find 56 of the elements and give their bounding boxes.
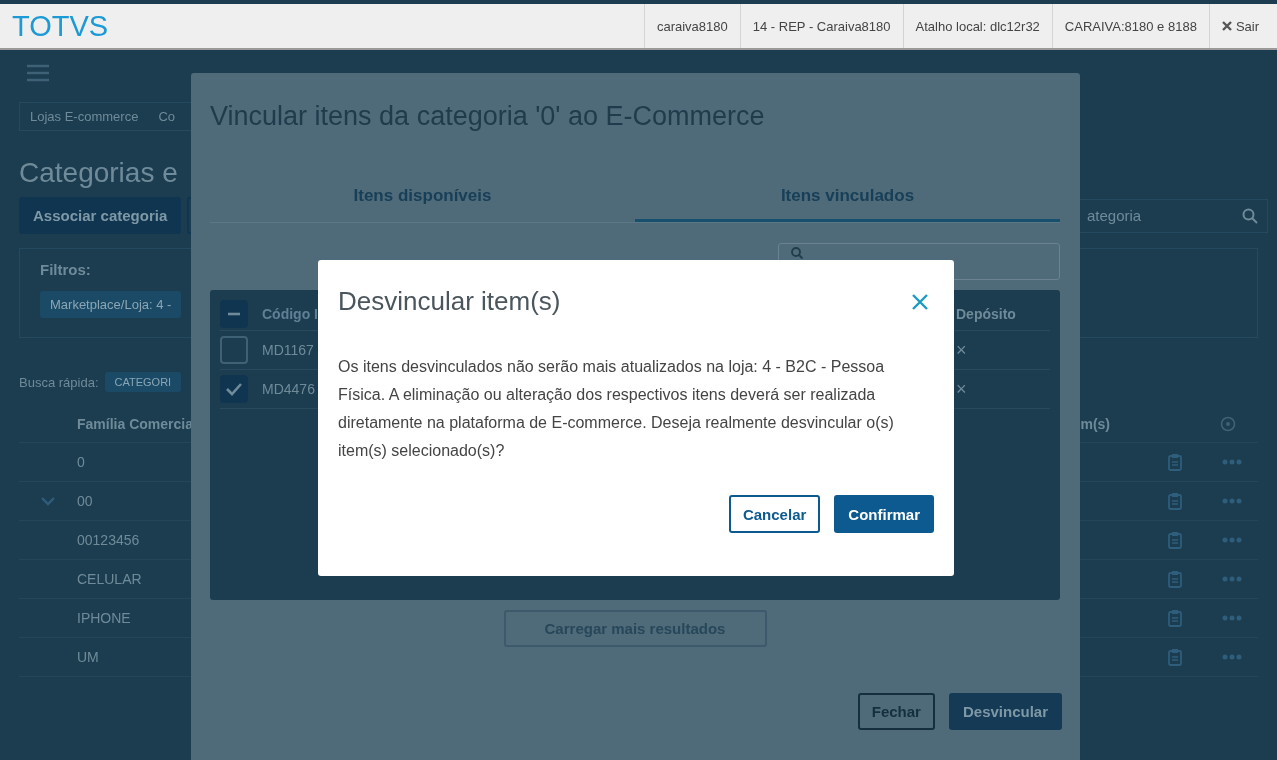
session-info: caraiva8180	[643, 4, 740, 48]
table-cell: 00	[77, 493, 93, 509]
clipboard-icon[interactable]	[1168, 609, 1182, 627]
more-icon[interactable]	[1222, 654, 1242, 660]
breadcrumb-link[interactable]: Lojas E-commerce	[30, 109, 139, 124]
quick-search-label: Busca rápida:	[19, 374, 99, 390]
settings-icon[interactable]	[1220, 416, 1236, 432]
column-header: Depósito	[956, 306, 1016, 322]
clipboard-icon[interactable]	[1168, 531, 1182, 549]
clipboard-icon[interactable]	[1168, 570, 1182, 588]
footer-button[interactable]: Fechar	[857, 693, 935, 730]
column-header: m(s)	[1080, 416, 1110, 432]
session-info: CARAIVA:8180 e 8188	[1051, 4, 1209, 48]
logo: TOTVS	[12, 9, 109, 43]
session-info: Atalho local: dlc12r32	[902, 4, 1052, 48]
clipboard-icon[interactable]	[1168, 492, 1182, 510]
session-info: 14 - REP - Caraiva8180	[739, 4, 903, 48]
more-icon[interactable]	[1222, 576, 1242, 582]
dialog-title: Desvincular item(s)	[338, 286, 561, 317]
clipboard-icon[interactable]	[1168, 648, 1182, 666]
associate-button[interactable]: Associar categoria	[19, 197, 182, 234]
column-header: Código I	[262, 306, 318, 322]
filter-tag[interactable]: Marketplace/Loja: 4 -	[40, 291, 182, 318]
more-icon[interactable]	[1222, 498, 1242, 504]
menu-icon[interactable]	[27, 64, 49, 82]
more-icon[interactable]	[1222, 615, 1242, 621]
dialog-message: Os itens desvinculados não serão mais atualizados na loja: 4 - B2C - Pessoa Física. A eliminação ou alteração dos respectivos itens deverá ser realizada diretamente na plataforma de E-commerce. Deseja realmente desvincular o(s) item(s) selecionado(s)?	[338, 357, 895, 461]
column-header: Família Comercia	[77, 416, 193, 432]
checkbox[interactable]	[220, 375, 248, 403]
table-cell: 0	[77, 454, 85, 470]
table-cell: CELULAR	[77, 571, 142, 587]
more-icon[interactable]	[1222, 537, 1242, 543]
search-field[interactable]: ategoria	[1078, 198, 1268, 233]
checkbox[interactable]	[220, 300, 248, 328]
more-icon[interactable]	[1222, 459, 1242, 465]
checkbox[interactable]	[220, 336, 248, 364]
clipboard-icon[interactable]	[1168, 453, 1182, 471]
dialog-button[interactable]: Cancelar	[728, 495, 821, 533]
quick-search-tag[interactable]: CATEGORI	[104, 372, 182, 392]
chevron-icon[interactable]	[41, 496, 55, 506]
close-icon[interactable]	[912, 293, 928, 310]
filter-label: Filtros:	[40, 261, 91, 278]
table-cell: ×	[956, 339, 967, 361]
table-cell: MD1167	[262, 342, 314, 358]
table-cell: MD4476	[262, 381, 315, 397]
table-cell: IPHONE	[77, 610, 131, 626]
breadcrumb-link[interactable]: Co	[158, 109, 175, 124]
footer-button[interactable]: Desvincular	[948, 693, 1062, 730]
page-title: Categorias e	[19, 157, 178, 188]
logout-button[interactable]: Sair	[1208, 4, 1271, 48]
close-icon	[1221, 21, 1232, 31]
dialog-button[interactable]: Confirmar	[834, 495, 934, 533]
table-cell: ×	[956, 378, 967, 400]
table-cell: UM	[77, 649, 99, 665]
table-cell: 00123456	[77, 532, 140, 548]
search-icon	[791, 247, 803, 259]
